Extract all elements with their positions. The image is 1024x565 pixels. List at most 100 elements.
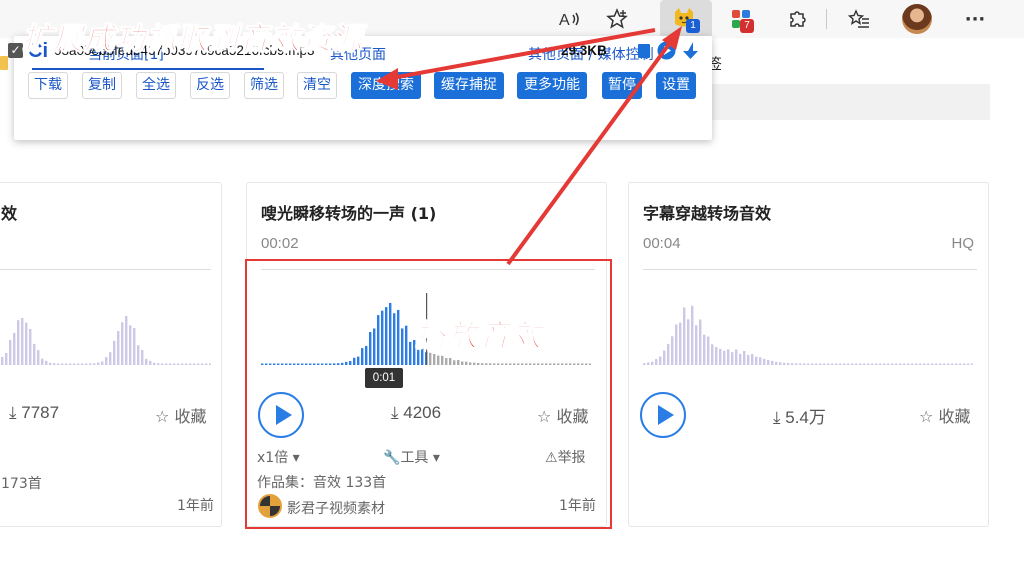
file-checkbox[interactable]: ✓ — [8, 43, 23, 58]
waveform-left[interactable] — [0, 293, 211, 368]
read-aloud-icon[interactable]: A — [556, 6, 582, 32]
waveform-bar — [679, 322, 682, 365]
download-icon: ⤓ — [9, 403, 17, 422]
waveform-bar — [855, 363, 858, 365]
copy-button[interactable]: 复制 — [82, 72, 122, 99]
waveform-bar — [747, 354, 750, 365]
waveform-bar — [5, 352, 8, 365]
waveform-bar — [157, 363, 160, 365]
waveform-bar — [101, 361, 104, 365]
waveform-bar — [97, 362, 100, 365]
waveform-bar — [93, 363, 96, 365]
active-tab-indicator — [32, 68, 264, 70]
play-button[interactable] — [640, 392, 686, 438]
waveform-bar — [923, 363, 926, 365]
waveform-bar — [57, 363, 60, 365]
waveform-bar — [647, 362, 650, 365]
cache-capture-button[interactable]: 缓存捕捉 — [434, 72, 504, 99]
waveform-bar — [823, 363, 826, 365]
waveform-bar — [25, 322, 28, 365]
select-all-button[interactable]: 全选 — [136, 72, 176, 99]
favorites-list-icon[interactable] — [846, 6, 872, 32]
duration: 00:02 — [261, 235, 299, 252]
card-title[interactable]: 字幕穿越转场音效 — [643, 200, 771, 224]
waveform-bar — [971, 363, 973, 365]
waveform-bar — [931, 363, 934, 365]
waveform-bar — [41, 358, 44, 365]
waveform-bar — [13, 332, 16, 365]
waveform-bar — [49, 362, 52, 365]
waveform-bar — [719, 348, 722, 365]
card-title[interactable]: 嗖光瞬移转场的一声 (1) — [261, 200, 436, 224]
waveform-bar — [775, 361, 778, 365]
waveform-bar — [943, 363, 946, 365]
clear-button[interactable]: 清空 — [297, 72, 337, 99]
waveform-bar — [847, 363, 850, 365]
waveform-bar — [871, 363, 874, 365]
waveform-bar — [875, 363, 878, 365]
waveform-bar — [671, 336, 674, 365]
waveform-bar — [799, 363, 802, 365]
waveform-bar — [827, 363, 830, 365]
download-arrow-icon[interactable] — [681, 41, 700, 60]
waveform-bar — [137, 345, 140, 365]
waveform-bar — [205, 363, 208, 365]
card-title[interactable]: 效 — [1, 200, 17, 224]
waveform-bar — [181, 363, 184, 365]
bookmark-folder-icon[interactable] — [0, 56, 8, 70]
waveform-bar — [37, 350, 40, 365]
download-count: ⤓ 5.4万 — [773, 408, 826, 427]
waveform-bar — [105, 357, 108, 365]
waveform-bar — [659, 356, 662, 365]
pause-button[interactable]: 暂停 — [602, 72, 642, 99]
waveform-bar — [69, 363, 72, 365]
invert-selection-button[interactable]: 反选 — [190, 72, 230, 99]
waveform-bar — [771, 360, 774, 365]
more-features-button[interactable]: 更多功能 — [517, 72, 587, 99]
sound-card-right: 字幕穿越转场音效 00:04 HQ ⤓ 5.4万 ☆ 收藏 — [628, 182, 989, 527]
waveform-bar — [811, 363, 814, 365]
waveform-bar — [651, 361, 654, 365]
copy-icon[interactable] — [635, 41, 654, 60]
waveform-bar — [153, 362, 156, 365]
waveform-bar — [21, 318, 24, 365]
waveform-bar — [675, 324, 678, 365]
waveform-bar — [927, 363, 930, 365]
download-button[interactable]: 下载 — [28, 72, 68, 99]
deep-search-button[interactable]: 深度搜索 — [351, 72, 421, 99]
waveform-bar — [967, 363, 970, 365]
download-count: ⤓ 7787 — [9, 403, 60, 422]
play-circle-icon[interactable] — [657, 41, 676, 60]
more-menu-icon[interactable]: ··· — [962, 6, 988, 32]
filter-button[interactable]: 筛选 — [244, 72, 284, 99]
settings-button[interactable]: 设置 — [656, 72, 696, 99]
waveform-bar — [129, 325, 132, 365]
waveform-right[interactable] — [643, 293, 973, 368]
waveform-bar — [779, 362, 782, 365]
waveform-bar — [1, 357, 4, 365]
waveform-bar — [699, 319, 702, 365]
waveform-bar — [715, 347, 718, 365]
star-add-icon[interactable] — [604, 6, 630, 32]
puzzle-extensions-icon[interactable] — [784, 6, 810, 32]
waveform-bar — [787, 362, 790, 365]
upload-age: 1年前 — [177, 498, 214, 514]
profile-avatar[interactable] — [902, 4, 932, 34]
favorite-button[interactable]: ☆ 收藏 — [919, 403, 970, 427]
waveform-bar — [177, 363, 180, 365]
waveform-bar — [915, 363, 918, 365]
waveform-bar — [731, 352, 734, 365]
waveform-bar — [165, 363, 168, 365]
waveform-bar — [655, 359, 658, 365]
waveform-bar — [53, 363, 56, 365]
toolbar-divider — [826, 9, 827, 29]
waveform-bar — [803, 363, 806, 365]
favorite-button[interactable]: ☆ 收藏 — [155, 403, 206, 427]
waveform-bar — [947, 363, 950, 365]
waveform-bar — [863, 363, 866, 365]
waveform-bar — [193, 363, 196, 365]
waveform-bar — [815, 363, 818, 365]
waveform-bar — [61, 363, 64, 365]
waveform-bar — [133, 327, 136, 365]
waveform-bar — [735, 349, 738, 365]
